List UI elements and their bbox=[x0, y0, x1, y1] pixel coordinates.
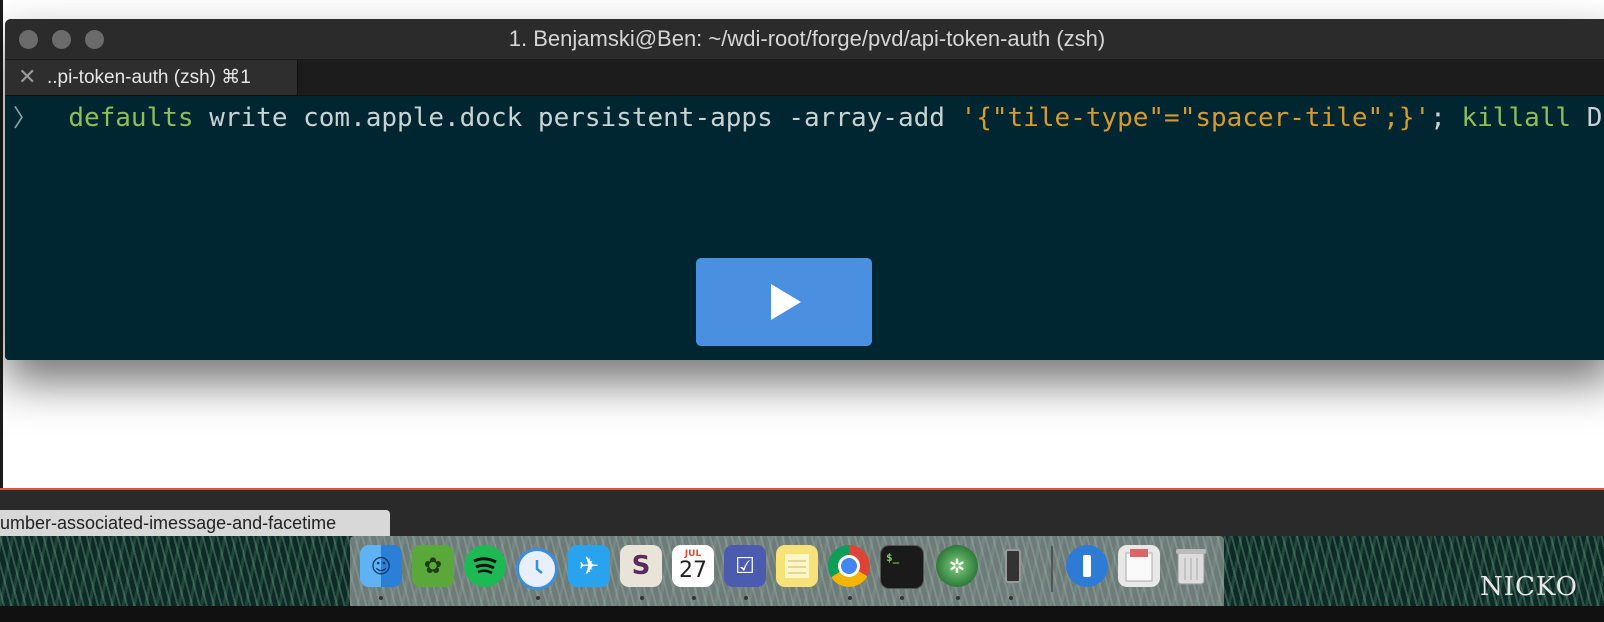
video-play-button[interactable] bbox=[696, 258, 872, 346]
command-args-2: Dock bbox=[1586, 103, 1604, 133]
running-indicator bbox=[692, 596, 696, 600]
terminal-tab-label: ..pi-token-auth (zsh) ⌘1 bbox=[47, 67, 251, 88]
browser-tab[interactable]: umber-associated-imessage-and-facetime bbox=[0, 510, 390, 536]
calendar-icon[interactable]: JUL 27 bbox=[672, 545, 714, 587]
terminal-app-icon[interactable]: $_ bbox=[880, 545, 924, 589]
background-edge bbox=[0, 0, 3, 500]
terminal-glyph: $_ bbox=[886, 551, 900, 564]
browser-tab-label: umber-associated-imessage-and-facetime bbox=[0, 513, 337, 533]
terminal-titlebar[interactable]: 1. Benjamski@Ben: ~/wdi-root/forge/pvd/a… bbox=[5, 19, 1604, 60]
simulator-icon[interactable] bbox=[992, 545, 1034, 587]
mail-icon[interactable] bbox=[516, 548, 558, 590]
1password-icon[interactable] bbox=[1066, 545, 1108, 587]
command-name-2: killall bbox=[1461, 103, 1572, 133]
dock: ☺ ✿ ✈ S JUL 27 ☑ $_ ✲ bbox=[350, 536, 1224, 606]
running-indicator bbox=[536, 596, 540, 600]
terminal-tab[interactable]: ✕ ..pi-token-auth (zsh) ⌘1 bbox=[5, 60, 298, 95]
desktop-signature: NICKO bbox=[1480, 572, 1578, 602]
terminal-tab-bar: ✕ ..pi-token-auth (zsh) ⌘1 bbox=[5, 60, 1604, 96]
calendar-day: 27 bbox=[679, 558, 707, 583]
dock-separator bbox=[1051, 546, 1053, 592]
evernote-icon[interactable]: ✿ bbox=[412, 545, 454, 587]
command-line[interactable]: 〉 defaults write com.apple.dock persiste… bbox=[13, 100, 1604, 136]
command-name: defaults bbox=[68, 103, 194, 133]
omnifocus-icon[interactable]: ☑ bbox=[724, 545, 766, 587]
window-title: 1. Benjamski@Ben: ~/wdi-root/forge/pvd/a… bbox=[508, 26, 1106, 51]
command-args: write com.apple.dock persistent-apps -ar… bbox=[193, 103, 961, 133]
documents-folder-icon[interactable] bbox=[1118, 545, 1160, 587]
spotify-icon[interactable] bbox=[464, 545, 506, 587]
running-indicator bbox=[379, 596, 383, 600]
play-icon bbox=[771, 284, 801, 320]
running-indicator bbox=[956, 596, 960, 600]
finder-icon[interactable]: ☺ bbox=[360, 545, 402, 587]
running-indicator bbox=[848, 596, 852, 600]
notes-icon[interactable] bbox=[776, 545, 818, 587]
close-icon[interactable]: ✕ bbox=[18, 64, 36, 90]
command-string: '{"tile-type"="spacer-tile";}' bbox=[960, 103, 1431, 133]
prompt-icon: 〉 bbox=[13, 104, 37, 132]
browser-tab-strip: umber-associated-imessage-and-facetime bbox=[0, 488, 1604, 538]
screen-bottom-edge bbox=[0, 606, 1604, 622]
trash-icon[interactable] bbox=[1170, 545, 1212, 587]
running-indicator bbox=[744, 596, 748, 600]
running-indicator bbox=[640, 596, 644, 600]
running-indicator bbox=[1009, 596, 1013, 600]
running-indicator bbox=[900, 596, 904, 600]
chrome-icon[interactable] bbox=[828, 545, 870, 587]
twitter-icon[interactable]: ✈ bbox=[568, 545, 610, 587]
slack-icon[interactable]: S bbox=[620, 545, 662, 587]
photos-icon[interactable]: ✲ bbox=[936, 545, 978, 587]
command-separator: ; bbox=[1430, 103, 1462, 133]
